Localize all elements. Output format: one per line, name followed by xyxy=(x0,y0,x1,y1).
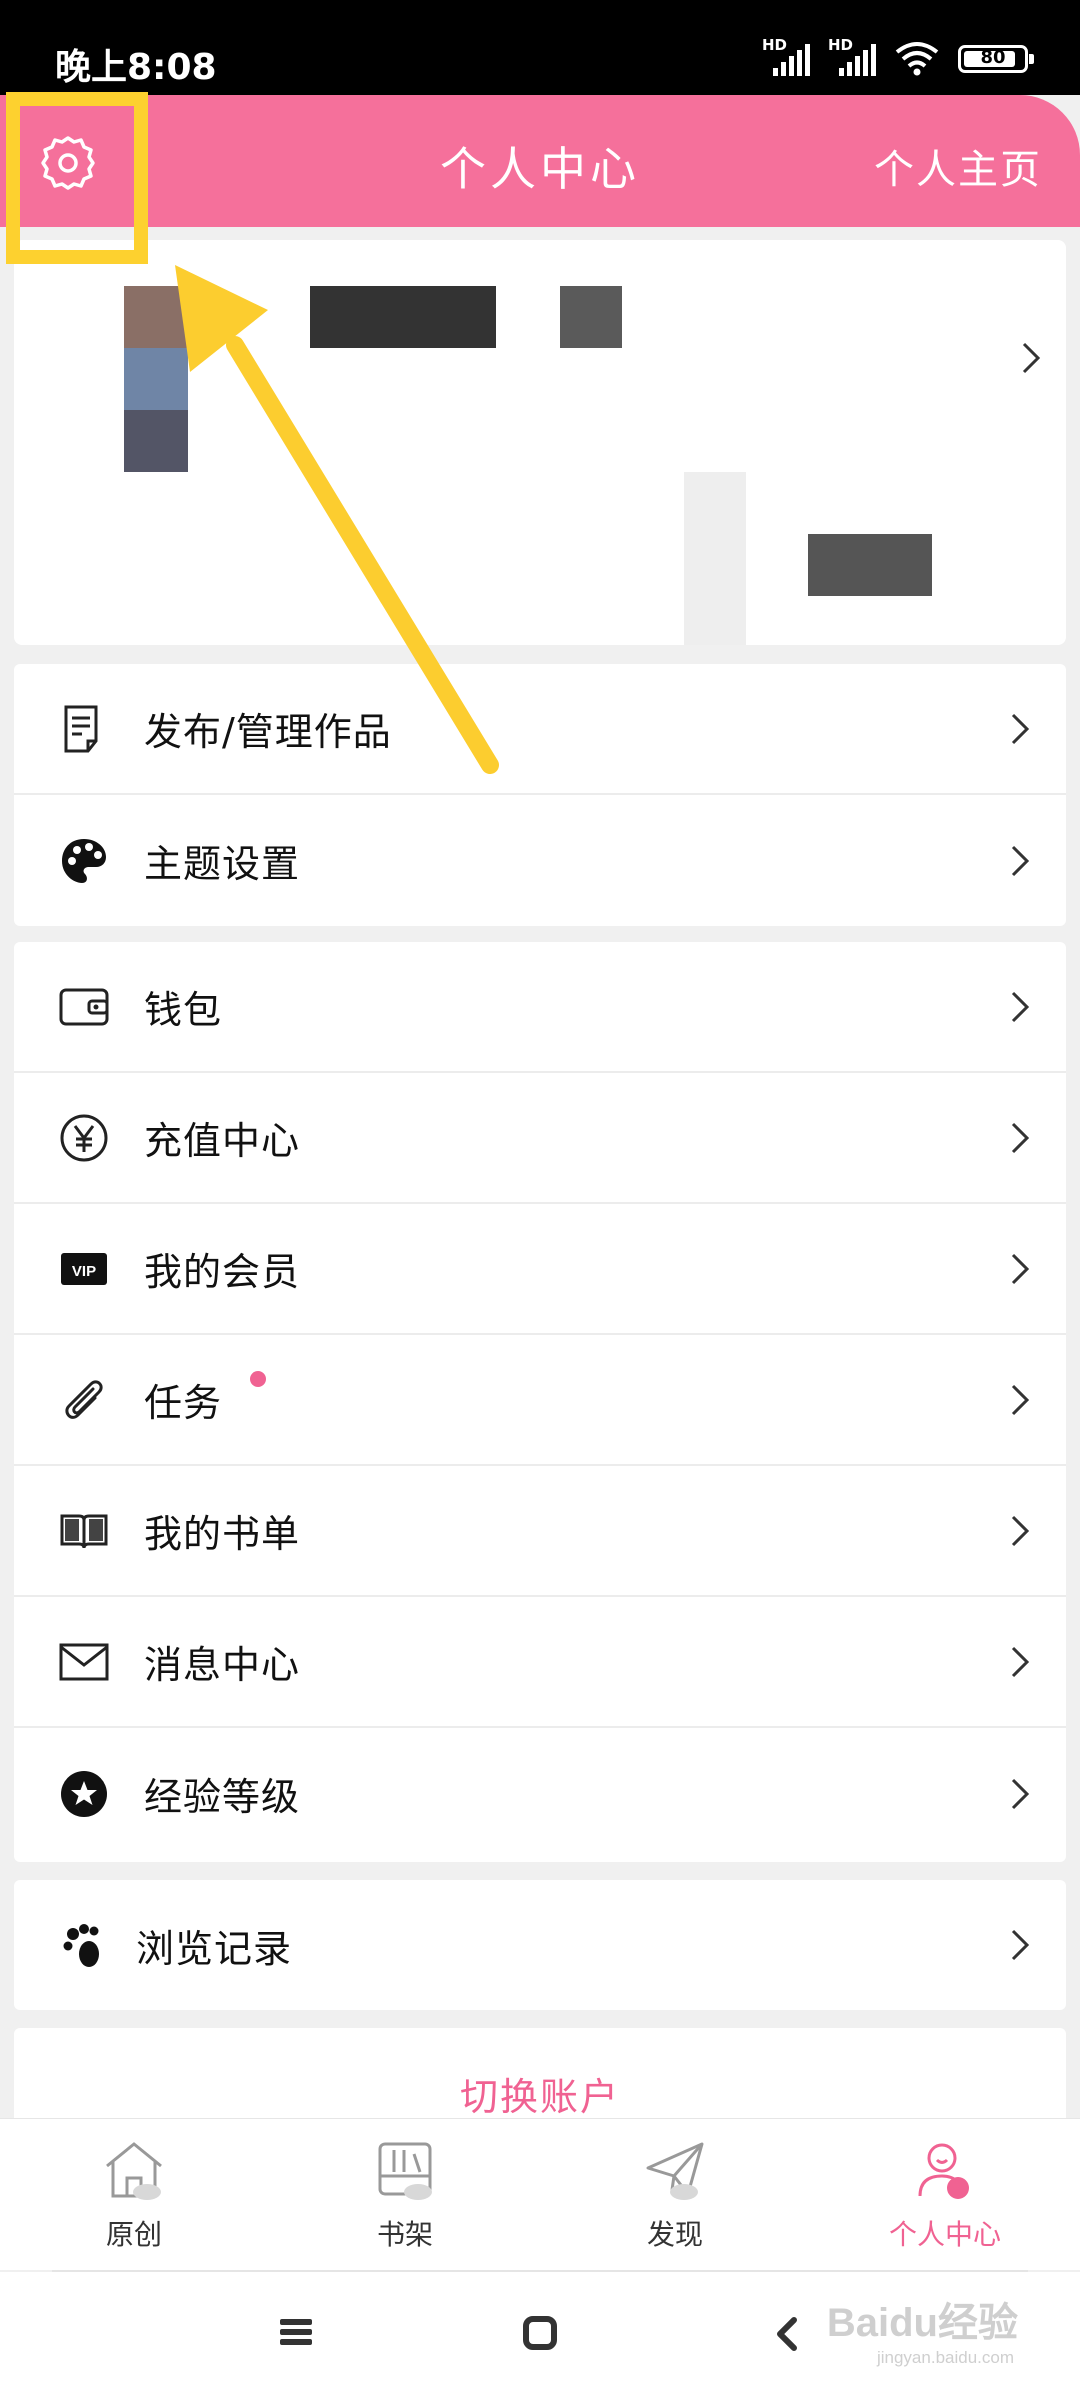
yen-icon xyxy=(58,1112,110,1164)
menu-item-recharge-center[interactable]: 充值中心 xyxy=(14,1073,1066,1204)
document-icon xyxy=(58,703,110,755)
chevron-right-icon xyxy=(1011,1778,1030,1809)
paper-plane-icon xyxy=(640,2137,710,2203)
tab-personal-center[interactable]: 个人中心 xyxy=(875,2137,1015,2253)
chevron-right-icon xyxy=(1011,1384,1030,1415)
notification-dot xyxy=(250,1371,266,1387)
status-bar: 晚上8:08 HD HD 80 xyxy=(0,0,1080,95)
menu-icon[interactable] xyxy=(278,2316,314,2348)
header-bar: 个人中心 个人主页 xyxy=(0,95,1080,227)
switch-account-label: 切换账户 xyxy=(459,2075,620,2119)
home-icon[interactable] xyxy=(522,2316,558,2350)
menu-section-history: 浏览记录 xyxy=(14,1880,1066,2010)
status-time: 晚上8:08 xyxy=(55,47,217,88)
star-badge-icon xyxy=(58,1768,110,1820)
tab-label: 原创 xyxy=(105,2218,162,2251)
chevron-right-icon xyxy=(1011,1122,1030,1153)
username-redacted xyxy=(310,286,496,348)
baidu-watermark-url: jingyan.baidu.com xyxy=(876,2348,1014,2367)
tab-discover[interactable]: 发现 xyxy=(605,2137,745,2253)
chevron-right-icon xyxy=(1011,713,1030,744)
menu-item-label: 充值中心 xyxy=(144,1119,301,1163)
menu-item-wallet[interactable]: 钱包 xyxy=(14,942,1066,1073)
menu-item-manage-works[interactable]: 发布/管理作品 xyxy=(14,664,1066,795)
signal-icon: HD xyxy=(762,36,810,76)
battery-icon: 80 xyxy=(958,45,1034,73)
chevron-right-icon xyxy=(1011,1515,1030,1546)
tab-label: 发现 xyxy=(646,2218,703,2251)
bookshelf-icon xyxy=(370,2137,440,2203)
menu-section-works: 发布/管理作品 主题设置 xyxy=(14,664,1066,926)
chevron-right-icon xyxy=(1011,845,1030,876)
chevron-right-icon xyxy=(1022,342,1041,374)
back-icon[interactable] xyxy=(774,2316,800,2352)
vip-icon-text: VIP xyxy=(72,1263,96,1280)
avatar xyxy=(124,286,188,472)
profile-divider-block xyxy=(684,472,746,645)
menu-item-label: 我的会员 xyxy=(144,1250,301,1294)
menu-item-label: 主题设置 xyxy=(144,842,301,886)
profile-homepage-link[interactable]: 个人主页 xyxy=(874,137,1042,195)
menu-item-membership[interactable]: VIP 我的会员 xyxy=(14,1204,1066,1335)
baidu-watermark: Baidu经验 xyxy=(826,2301,1018,2345)
chevron-right-icon xyxy=(1011,1646,1030,1677)
menu-item-message-center[interactable]: 消息中心 xyxy=(14,1597,1066,1728)
menu-item-browse-history[interactable]: 浏览记录 xyxy=(14,1880,1066,2010)
menu-item-label: 我的书单 xyxy=(144,1512,301,1556)
chevron-right-icon xyxy=(1011,1929,1030,1961)
paperclip-icon xyxy=(58,1374,110,1426)
menu-item-label: 经验等级 xyxy=(144,1775,301,1819)
palette-icon xyxy=(58,835,110,887)
menu-item-label: 消息中心 xyxy=(144,1643,301,1687)
house-icon xyxy=(99,2137,169,2203)
book-icon xyxy=(58,1505,110,1557)
signal-icon-2: HD xyxy=(828,36,876,76)
profile-stat-redacted xyxy=(808,534,932,596)
user-icon xyxy=(910,2137,980,2203)
tab-original[interactable]: 原创 xyxy=(64,2137,204,2253)
bottom-tab-bar: 原创 书架 发现 个人中心 xyxy=(0,2118,1080,2270)
tab-label: 个人中心 xyxy=(888,2218,1001,2251)
wifi-icon xyxy=(895,42,939,76)
tab-bookshelf[interactable]: 书架 xyxy=(335,2137,475,2253)
footprint-icon xyxy=(58,1919,110,1971)
menu-item-label: 钱包 xyxy=(144,988,223,1032)
wallet-icon xyxy=(58,981,110,1033)
menu-item-tasks[interactable]: 任务 xyxy=(14,1335,1066,1466)
menu-item-label: 发布/管理作品 xyxy=(144,710,392,754)
chevron-right-icon xyxy=(1011,991,1030,1022)
menu-item-theme-settings[interactable]: 主题设置 xyxy=(14,795,1066,926)
menu-item-label: 浏览记录 xyxy=(136,1926,293,1971)
user-badge-redacted xyxy=(560,286,622,348)
menu-item-experience-level[interactable]: 经验等级 xyxy=(14,1728,1066,1859)
status-icons: HD HD 80 xyxy=(762,36,1034,76)
profile-card[interactable] xyxy=(14,240,1066,645)
tab-label: 书架 xyxy=(376,2218,433,2251)
menu-item-label: 任务 xyxy=(144,1381,223,1425)
menu-section-account: 钱包 充值中心 VIP 我的会员 任务 我的书单 消息中心 经验等级 xyxy=(14,942,1066,1862)
mail-icon xyxy=(58,1636,110,1688)
menu-item-booklist[interactable]: 我的书单 xyxy=(14,1466,1066,1597)
vip-icon: VIP xyxy=(58,1243,110,1295)
chevron-right-icon xyxy=(1011,1253,1030,1284)
